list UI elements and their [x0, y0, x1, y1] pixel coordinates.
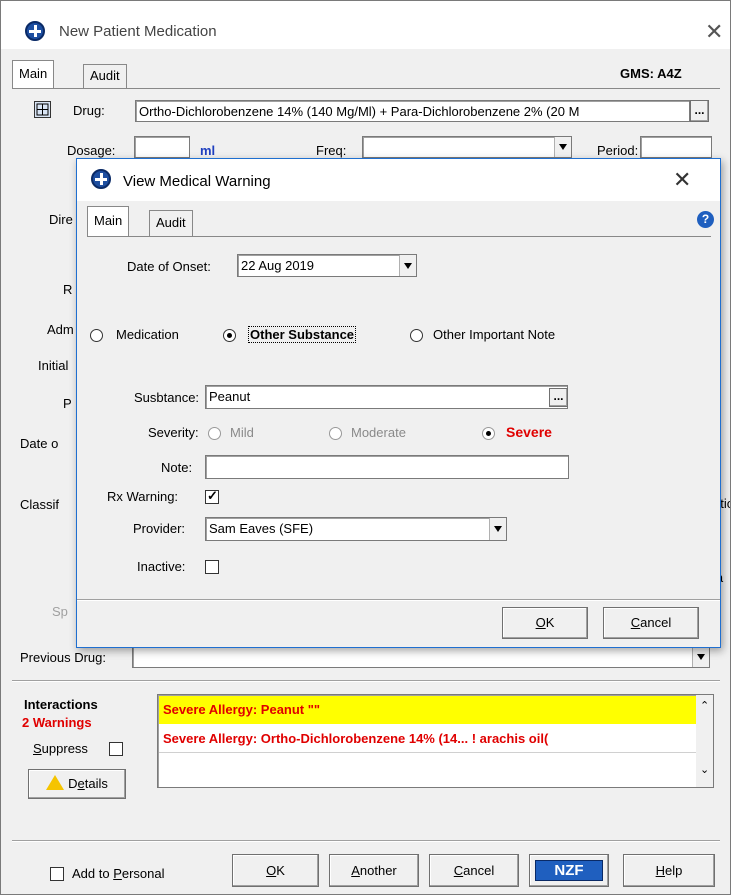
interactions-title: Interactions [24, 697, 98, 712]
provider-label: Provider: [133, 521, 186, 536]
type-option-other-substance: Other Substance [247, 326, 357, 343]
previous-drug-select[interactable] [132, 646, 710, 668]
help-button[interactable]: Help [623, 854, 715, 887]
help-icon[interactable]: ? [697, 211, 714, 228]
period-field[interactable] [640, 136, 712, 158]
warnings-count: 2 Warnings [22, 715, 92, 730]
another-button[interactable]: Another [329, 854, 419, 887]
window-title: New Patient Medication [59, 23, 217, 40]
initial-label-partial: Initial [38, 358, 69, 373]
drug-lookup-icon[interactable] [34, 101, 51, 118]
nzf-label: NZF [535, 860, 603, 881]
dosage-unit: ml [200, 143, 216, 158]
dialog-close-icon[interactable]: ✕ [673, 167, 691, 193]
severity-radio-mild[interactable] [208, 427, 221, 440]
sp-label-partial: Sp [52, 604, 68, 619]
cancel-button[interactable]: Cancel [429, 854, 519, 887]
warning-triangle-icon [46, 775, 65, 790]
dialog-ok-button[interactable]: OK [502, 607, 588, 639]
dosage-label: Dosage: [67, 143, 116, 158]
medical-warning-dialog: View Medical Warning ✕ Main Audit ? Date… [76, 158, 721, 648]
dialog-cancel-button[interactable]: Cancel [603, 607, 699, 639]
type-radio-other-note[interactable] [410, 329, 423, 342]
classification-label-partial: Classif [20, 497, 60, 512]
date-label-partial: Date o [20, 436, 59, 451]
severity-option-severe: Severe [506, 424, 552, 440]
note-field[interactable] [205, 455, 569, 479]
period-label: Period: [597, 143, 639, 158]
date-dropdown-icon[interactable] [399, 255, 416, 276]
suppress-label: Suppress [33, 741, 88, 756]
main-titlebar: New Patient Medication ✕ [1, 1, 730, 49]
note-label: Note: [161, 460, 193, 475]
footer-divider [12, 840, 720, 842]
suppress-checkbox[interactable] [109, 742, 123, 756]
ok-button[interactable]: OK [232, 854, 319, 887]
rx-warning-checkbox[interactable]: ✓ [205, 488, 219, 504]
add-to-personal-checkbox[interactable] [50, 867, 64, 881]
inactive-label: Inactive: [137, 559, 186, 574]
app-logo-icon [25, 21, 45, 41]
tab-audit[interactable]: Audit [83, 64, 127, 88]
dialog-tab-main[interactable]: Main [87, 206, 130, 236]
scroll-down-icon[interactable]: ⌄ [700, 763, 709, 776]
drug-label: Drug: [73, 103, 105, 118]
dialog-titlebar: View Medical Warning ✕ [77, 159, 720, 201]
dialog-tab-audit[interactable]: Audit [149, 210, 193, 236]
substance-label: Susbtance: [134, 390, 200, 405]
previous-drug-label: Previous Drug: [20, 650, 106, 665]
add-to-personal-label: Add to Personal [72, 866, 165, 881]
gms-label: GMS: A4Z [620, 66, 682, 81]
interactions-list[interactable]: Severe Allergy: Peanut "" Severe Allergy… [157, 694, 714, 788]
type-radio-other-substance[interactable] [223, 329, 236, 342]
severity-option-moderate: Moderate [351, 425, 406, 440]
admin-label-partial: Adm [47, 322, 74, 337]
dialog-footer-divider [77, 599, 720, 601]
severity-label: Severity: [148, 425, 199, 440]
r-label-partial: R [63, 282, 73, 297]
interaction-row-1[interactable]: Severe Allergy: Peanut "" [159, 696, 696, 724]
severity-option-mild: Mild [230, 425, 254, 440]
scroll-up-icon[interactable]: ⌃ [700, 699, 709, 712]
details-label: Details [68, 776, 108, 791]
dialog-app-icon [91, 169, 111, 189]
freq-label: Freq: [316, 143, 347, 158]
close-icon[interactable]: ✕ [705, 19, 723, 45]
nzf-button[interactable]: NZF [529, 854, 609, 887]
substance-browse-button[interactable]: ... [549, 388, 568, 407]
interaction-row-2[interactable]: Severe Allergy: Ortho-Dichlorobenzene 14… [159, 725, 696, 753]
dialog-title: View Medical Warning [123, 173, 271, 190]
provider-select[interactable]: Sam Eaves (SFE) [205, 517, 507, 541]
dialog-tab-divider [87, 236, 711, 237]
provider-dropdown-icon[interactable] [489, 518, 506, 540]
drug-browse-button[interactable]: ... [690, 100, 709, 122]
p-label-partial: P [63, 396, 72, 411]
dosage-field[interactable] [134, 136, 190, 158]
type-radio-medication[interactable] [90, 329, 103, 342]
severity-radio-severe[interactable] [482, 427, 495, 440]
rx-warning-label: Rx Warning: [107, 489, 179, 504]
type-option-other-note: Other Important Note [433, 327, 556, 342]
tab-divider [12, 88, 720, 89]
drug-field[interactable]: Ortho-Dichlorobenzene 14% (140 Mg/Ml) + … [135, 100, 690, 122]
date-of-onset-label: Date of Onset: [127, 259, 211, 274]
section-divider [12, 680, 720, 682]
details-button[interactable]: Details [28, 769, 126, 799]
inactive-checkbox[interactable] [205, 560, 219, 574]
date-of-onset-picker[interactable]: 22 Aug 2019 [237, 254, 417, 277]
severity-radio-moderate[interactable] [329, 427, 342, 440]
freq-select[interactable] [362, 136, 572, 158]
type-option-medication: Medication [116, 327, 179, 342]
directions-label-partial: Dire [49, 212, 73, 227]
interactions-scrollbar[interactable]: ⌃ ⌄ [696, 695, 713, 787]
tab-main[interactable]: Main [12, 60, 55, 88]
substance-field[interactable]: Peanut [205, 385, 568, 409]
